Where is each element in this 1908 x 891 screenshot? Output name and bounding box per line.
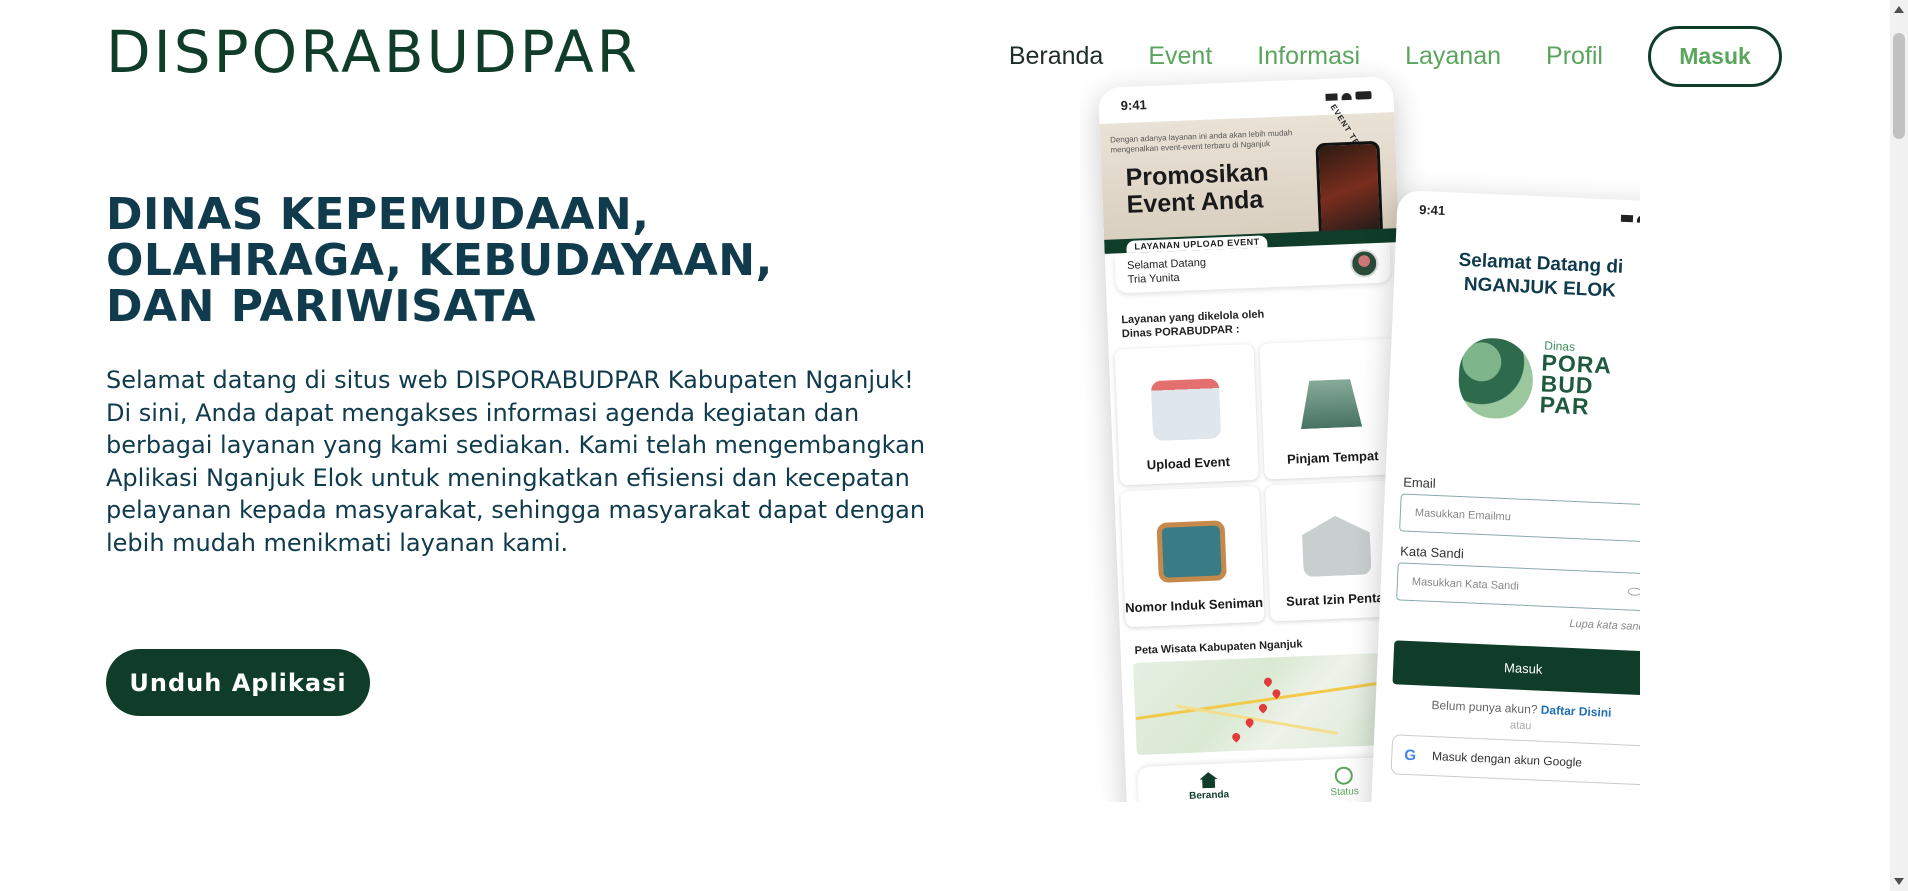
- email-field[interactable]: Masukkan Emailmu: [1399, 493, 1640, 543]
- promo-banner: Dengan adanya layanan ini anda akan lebi…: [1099, 103, 1400, 254]
- signal-icon: [1325, 92, 1338, 101]
- service-grid: Upload Event Pinjam Tempat Nomor Induk S…: [1109, 338, 1415, 628]
- password-field[interactable]: Masukkan Kata Sandi: [1396, 562, 1640, 612]
- tab-beranda[interactable]: Beranda: [1188, 771, 1230, 802]
- building-icon: [1295, 373, 1365, 436]
- dinas-logo: Dinas PORA BUD PAR: [1448, 319, 1624, 456]
- bottom-tabbar: Beranda Status: [1137, 756, 1411, 802]
- eye-icon[interactable]: [1627, 587, 1640, 597]
- signal-icon: [1620, 214, 1634, 222]
- mail-icon: [1301, 514, 1371, 577]
- welcome-user: Tria Yunita: [1127, 271, 1180, 286]
- avatar[interactable]: [1349, 248, 1379, 279]
- service-nomor-induk-seniman[interactable]: Nomor Induk Seniman: [1120, 485, 1265, 628]
- wifi-icon: [1636, 214, 1640, 223]
- tab-label: Status: [1330, 786, 1360, 799]
- service-label: Surat Izin Pentas: [1285, 589, 1392, 609]
- battery-icon: [1355, 91, 1372, 100]
- service-upload-event[interactable]: Upload Event: [1114, 343, 1259, 486]
- tab-status[interactable]: Status: [1329, 766, 1359, 802]
- hero-description: Selamat datang di situs web DISPORABUDPA…: [106, 366, 926, 557]
- wifi-icon: [1341, 92, 1352, 100]
- phone-home-mockup: 9:41 Dengan adanya layanan ini anda akan…: [1098, 76, 1423, 802]
- logo-line: PAR: [1539, 391, 1591, 420]
- service-label: Upload Event: [1146, 454, 1231, 473]
- map-pin-icon[interactable]: [1262, 676, 1274, 688]
- hero-title-line: OLAHRAGA, KEBUDAYAAN,: [106, 235, 773, 286]
- hero-title-line: DAN PARIWISATA: [106, 281, 537, 332]
- signup-text: Belum punya akun?: [1431, 697, 1538, 717]
- calendar-icon: [1151, 378, 1222, 442]
- hero-title: DINAS KEPEMUDAAN, OLAHRAGA, KEBUDAYAAN, …: [106, 192, 806, 330]
- google-login-label: Masuk dengan akun Google: [1431, 749, 1583, 770]
- logo-emblem-icon: [1457, 336, 1535, 421]
- login-submit-button[interactable]: Masuk: [1392, 640, 1640, 696]
- scroll-thumb[interactable]: [1893, 33, 1905, 139]
- status-bar: 9:41: [1396, 190, 1640, 239]
- service-pinjam-tempat[interactable]: Pinjam Tempat: [1258, 338, 1403, 480]
- password-placeholder: Masukkan Kata Sandi: [1411, 575, 1520, 593]
- map-pin-icon[interactable]: [1257, 702, 1269, 714]
- status-time: 9:41: [1418, 201, 1446, 218]
- google-login-button[interactable]: G Masuk dengan akun Google: [1390, 734, 1640, 786]
- map-pin-icon[interactable]: [1230, 731, 1242, 743]
- logo-text-big: PORA BUD PAR: [1539, 349, 1612, 420]
- service-label: Pinjam Tempat: [1286, 448, 1379, 467]
- home-icon: [1199, 772, 1218, 789]
- brand-logo[interactable]: DISPORABUDPAR: [106, 18, 640, 86]
- promo-caption: Dengan adanya layanan ini anda akan lebi…: [1109, 128, 1293, 155]
- page-scrollbar[interactable]: [1890, 0, 1908, 891]
- signup-link[interactable]: Daftar Disini: [1541, 703, 1612, 720]
- welcome-text: Selamat Datang Tria Yunita: [1127, 256, 1207, 287]
- status-time: 9:41: [1120, 96, 1148, 113]
- download-app-button[interactable]: Unduh Aplikasi: [106, 649, 370, 716]
- tab-label: Beranda: [1188, 789, 1230, 802]
- history-icon: [1334, 766, 1354, 786]
- scroll-up-arrow-icon[interactable]: [1894, 6, 1904, 13]
- map-road: [1176, 704, 1338, 735]
- artist-icon: [1156, 520, 1228, 583]
- app-preview: 9:41 Dengan adanya layanan ini anda akan…: [1080, 60, 1640, 802]
- login-title: Selamat Datang di NGANJUK ELOK: [1393, 246, 1640, 307]
- hero-title-line: DINAS KEPEMUDAAN,: [106, 189, 650, 240]
- status-icons: [1325, 91, 1372, 101]
- status-icons: [1620, 214, 1640, 224]
- google-icon: G: [1403, 746, 1417, 764]
- promo-phone-image: [1315, 140, 1384, 240]
- forgot-password-link[interactable]: Lupa kata sandi?: [1379, 610, 1640, 634]
- email-placeholder: Masukkan Emailmu: [1414, 507, 1512, 524]
- login-button[interactable]: Masuk: [1648, 26, 1782, 87]
- tourism-map[interactable]: [1133, 652, 1408, 755]
- service-label: Nomor Induk Seniman: [1124, 594, 1264, 616]
- phone-login-mockup: 9:41 Selamat Datang di NGANJUK ELOK Dina…: [1367, 190, 1640, 802]
- scroll-down-arrow-icon[interactable]: [1894, 878, 1904, 885]
